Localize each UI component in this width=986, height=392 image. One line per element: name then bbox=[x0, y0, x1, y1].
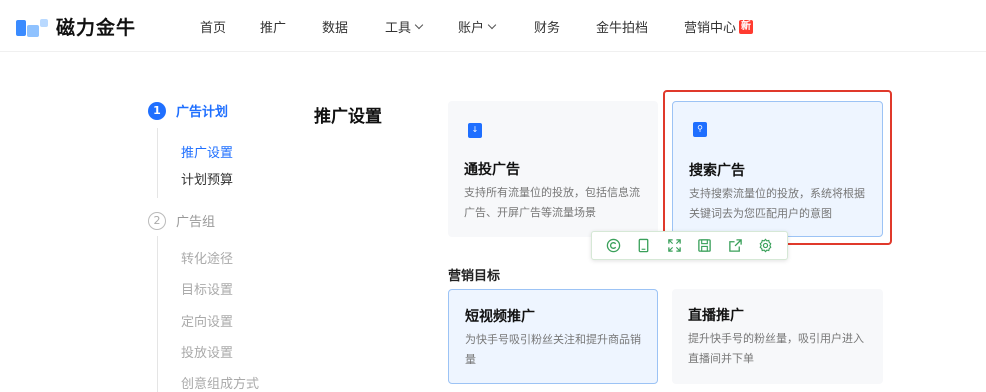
nav-home-label: 首页 bbox=[200, 21, 227, 36]
card-desc: 提升快手号的粉丝量，吸引用户进入直播间并下单 bbox=[688, 332, 864, 365]
step-sub-promo-settings[interactable]: 推广设置 bbox=[181, 142, 233, 161]
step-2-number: 2 bbox=[148, 211, 166, 230]
nav-promote-label: 推广 bbox=[260, 21, 287, 36]
step-sub-plan-budget[interactable]: 计划预算 bbox=[181, 169, 233, 188]
step-2-title: 广告组 bbox=[176, 215, 216, 230]
nav-account-label: 账户 bbox=[458, 21, 485, 36]
settings-icon[interactable] bbox=[757, 237, 775, 255]
marketing-goal-title: 营销目标 bbox=[448, 269, 501, 284]
step-1-connector bbox=[157, 128, 158, 198]
nav-data[interactable]: 数据 bbox=[322, 17, 348, 36]
nav-tools-label: 工具 bbox=[385, 21, 412, 36]
step-1-title: 广告计划 bbox=[176, 105, 229, 120]
card-desc: 支持所有流量位的投放，包括信息流广告、开屏广告等流量场景 bbox=[464, 186, 640, 219]
chevron-down-icon bbox=[487, 20, 497, 29]
save-icon[interactable] bbox=[696, 237, 714, 255]
card-title: 通投广告 bbox=[464, 162, 520, 178]
section-title: 推广设置 bbox=[314, 107, 382, 127]
highlight-frame bbox=[663, 90, 892, 245]
floating-toolbar bbox=[591, 231, 788, 260]
step-sub-targeting[interactable]: 定向设置 bbox=[181, 311, 233, 330]
nav-marketing-center[interactable]: 营销中心新 bbox=[684, 17, 754, 36]
step-1-header[interactable]: 1 广告计划 bbox=[148, 101, 228, 120]
step-sub-delivery[interactable]: 投放设置 bbox=[181, 342, 233, 361]
nav-promote[interactable]: 推广 bbox=[260, 17, 286, 36]
step-sub-goal-settings[interactable]: 目标设置 bbox=[181, 279, 233, 298]
nav-partner[interactable]: 金牛拍档 bbox=[596, 17, 648, 36]
step-sub-conversion-path[interactable]: 转化途径 bbox=[181, 248, 233, 267]
step-1-number: 1 bbox=[148, 101, 166, 120]
top-navbar: 磁力金牛 首页 推广 数据 工具 账户 财务 金牛拍档 营销中心新 bbox=[0, 0, 986, 52]
copyright-icon[interactable] bbox=[604, 237, 622, 255]
card-general-ads[interactable]: ↓ 通投广告 支持所有流量位的投放，包括信息流广告、开屏广告等流量场景 bbox=[448, 101, 658, 237]
nav-finance[interactable]: 财务 bbox=[534, 17, 560, 36]
brand-name: 磁力金牛 bbox=[56, 17, 137, 39]
chevron-down-icon bbox=[414, 20, 424, 29]
expand-icon[interactable] bbox=[665, 237, 683, 255]
new-badge: 新 bbox=[739, 19, 754, 34]
card-title: 短视频推广 bbox=[465, 309, 535, 325]
nav-data-label: 数据 bbox=[322, 21, 349, 36]
brand-logo[interactable]: 磁力金牛 bbox=[16, 13, 136, 40]
nav-finance-label: 财务 bbox=[534, 21, 561, 36]
step-2-connector bbox=[157, 236, 158, 392]
nav-account[interactable]: 账户 bbox=[458, 17, 497, 36]
card-short-video[interactable]: 短视频推广 为快手号吸引粉丝关注和提升商品销量 bbox=[448, 289, 658, 384]
nav-tools[interactable]: 工具 bbox=[385, 17, 424, 36]
nav-marketing-label: 营销中心 bbox=[684, 21, 737, 36]
step-2-header[interactable]: 2 广告组 bbox=[148, 211, 215, 230]
card-live-stream[interactable]: 直播推广 提升快手号的粉丝量，吸引用户进入直播间并下单 bbox=[672, 289, 883, 384]
phone-icon[interactable] bbox=[635, 237, 653, 255]
step-sub-creative-mode[interactable]: 创意组成方式 bbox=[181, 373, 259, 392]
nav-home[interactable]: 首页 bbox=[200, 17, 226, 36]
nav-partner-label: 金牛拍档 bbox=[596, 21, 649, 36]
card-title: 直播推广 bbox=[688, 308, 744, 324]
share-icon[interactable] bbox=[726, 237, 744, 255]
download-icon: ↓ bbox=[468, 123, 482, 138]
logo-mark-icon bbox=[16, 16, 50, 38]
card-desc: 为快手号吸引粉丝关注和提升商品销量 bbox=[465, 333, 641, 366]
